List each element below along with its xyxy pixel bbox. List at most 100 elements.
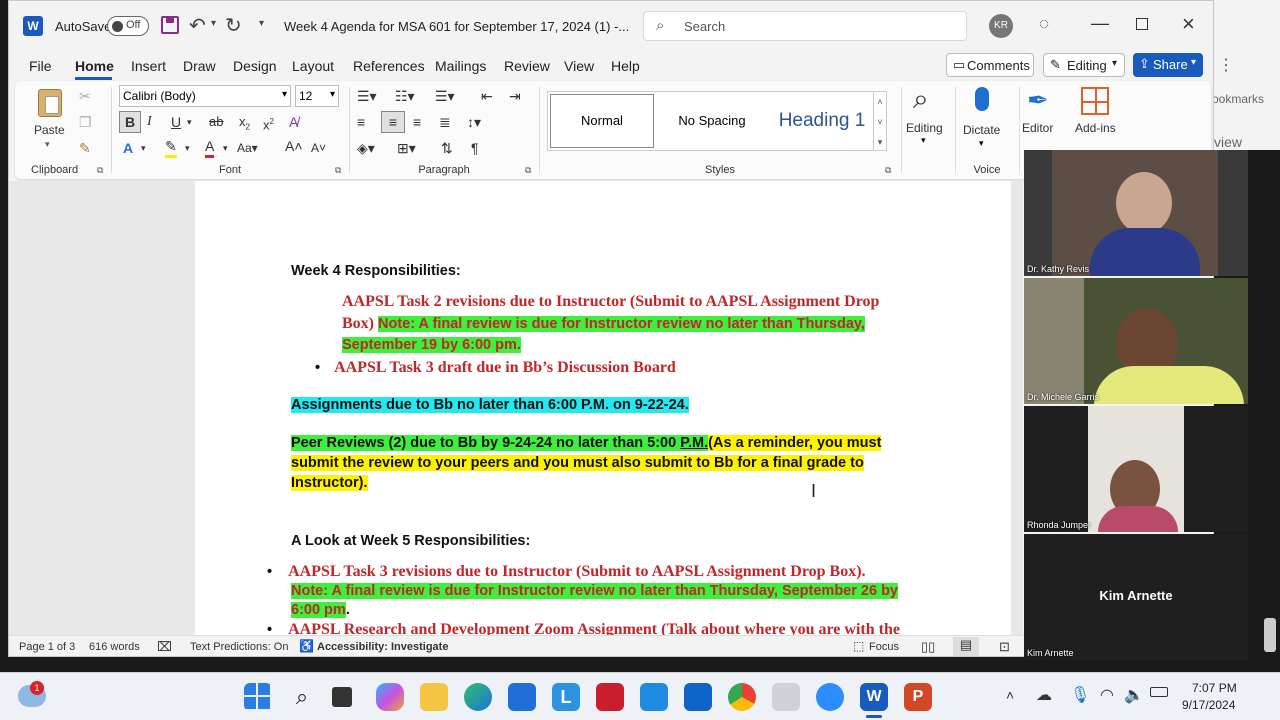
proofing-icon[interactable]: ⌧ bbox=[157, 639, 172, 655]
copy-icon[interactable]: ❐ bbox=[79, 113, 92, 131]
font-size-select[interactable]: 12 ▾ bbox=[295, 85, 339, 107]
tab-home[interactable]: Home bbox=[75, 58, 114, 74]
chevron-down-icon[interactable]: ▾ bbox=[141, 139, 146, 157]
customize-toolbar-icon[interactable]: ▾ bbox=[259, 18, 264, 29]
highlight-color-icon[interactable]: ✎ bbox=[165, 137, 177, 158]
chrome-icon[interactable] bbox=[728, 683, 756, 711]
tab-file[interactable]: File bbox=[29, 58, 52, 74]
chevron-down-icon[interactable]: ▾ bbox=[223, 139, 228, 157]
style-normal[interactable]: Normal bbox=[550, 94, 654, 148]
comments-button[interactable]: ▭ Comments bbox=[946, 53, 1034, 77]
focus-button[interactable]: Focus bbox=[869, 641, 899, 653]
cut-icon[interactable]: ✂ bbox=[79, 87, 91, 105]
more-icon[interactable]: ⋮ bbox=[1218, 55, 1234, 75]
clock-date[interactable]: 9/17/2024 bbox=[1182, 698, 1235, 712]
participant-tile[interactable]: Dr. Kathy Revis bbox=[1024, 150, 1248, 276]
decrease-indent-icon[interactable]: ⇤ bbox=[481, 87, 493, 105]
save-icon[interactable] bbox=[161, 16, 179, 34]
styles-scroll[interactable]: ˄ ˅ ▾ bbox=[873, 91, 887, 151]
tab-draw[interactable]: Draw bbox=[183, 58, 216, 74]
undo-icon[interactable]: ↶ bbox=[189, 13, 206, 38]
page-count[interactable]: Page 1 of 3 bbox=[19, 641, 75, 653]
italic-button[interactable]: I bbox=[147, 113, 152, 131]
word-taskbar-icon[interactable]: W bbox=[860, 683, 888, 711]
tab-design[interactable]: Design bbox=[233, 58, 277, 74]
app-icon[interactable] bbox=[772, 683, 800, 711]
clear-formatting-icon[interactable]: A̸ bbox=[289, 113, 298, 131]
search-icon[interactable]: ⌕ bbox=[288, 683, 316, 711]
paste-button[interactable]: Paste ▾ bbox=[31, 87, 69, 149]
wifi-icon[interactable]: ◠ bbox=[1100, 685, 1114, 705]
start-icon[interactable] bbox=[244, 683, 272, 711]
scrollbar[interactable] bbox=[1264, 618, 1276, 652]
borders-icon[interactable]: ⊞▾ bbox=[397, 139, 416, 157]
increase-indent-icon[interactable]: ⇥ bbox=[509, 87, 521, 105]
superscript-button[interactable]: x2 bbox=[263, 113, 274, 134]
participant-tile[interactable]: Kim Arnette Kim Arnette bbox=[1024, 534, 1248, 660]
store-icon[interactable] bbox=[508, 683, 536, 711]
cloud-icon[interactable]: ☁ bbox=[1036, 685, 1052, 705]
font-name-select[interactable]: Calibri (Body) ▾ bbox=[119, 85, 291, 107]
editing-group[interactable]: ⌕ Editing ▾ bbox=[903, 81, 953, 179]
dialog-launcher-icon[interactable]: ⧉ bbox=[525, 165, 531, 176]
tab-view[interactable]: View bbox=[564, 58, 594, 74]
participant-tile[interactable]: Dr. Michele Garris bbox=[1024, 278, 1248, 404]
close-icon[interactable]: × bbox=[1182, 11, 1195, 37]
redo-icon[interactable]: ↻ bbox=[225, 13, 242, 38]
search-box[interactable]: ⌕ Search bbox=[643, 11, 967, 41]
battery-icon[interactable] bbox=[1150, 687, 1168, 697]
accessibility-status[interactable]: Accessibility: Investigate bbox=[317, 641, 448, 653]
bullets-icon[interactable]: ☰▾ bbox=[357, 87, 377, 105]
participant-tile[interactable]: Rhonda Jumper bbox=[1024, 406, 1248, 532]
clock-time[interactable]: 7:07 PM bbox=[1192, 681, 1237, 695]
copilot-icon[interactable] bbox=[376, 683, 404, 711]
tab-references[interactable]: References bbox=[353, 58, 425, 74]
dialog-launcher-icon[interactable]: ⧉ bbox=[885, 165, 891, 176]
show-formatting-icon[interactable]: ¶ bbox=[471, 139, 479, 157]
share-button[interactable]: ⇪ Share ▾ bbox=[1133, 53, 1203, 77]
tab-review[interactable]: Review bbox=[504, 58, 550, 74]
file-explorer-icon[interactable] bbox=[420, 683, 448, 711]
edge-icon[interactable] bbox=[464, 683, 492, 711]
zoom-icon[interactable] bbox=[816, 683, 844, 711]
line-spacing-icon[interactable]: ↕▾ bbox=[467, 113, 481, 131]
minimize-icon[interactable]: — bbox=[1091, 13, 1109, 34]
shading-icon[interactable]: ◈▾ bbox=[357, 139, 375, 157]
document-page[interactable]: Week 4 Responsibilities: AAPSL Task 2 re… bbox=[195, 181, 1011, 638]
lightbulb-icon[interactable]: ◌ bbox=[1039, 14, 1049, 34]
editing-mode-button[interactable]: ✎ Editing ▾ bbox=[1043, 53, 1125, 77]
shrink-font-icon[interactable]: A˅ bbox=[311, 139, 326, 157]
microphone-icon[interactable]: 🎙 bbox=[1070, 685, 1090, 705]
justify-icon[interactable]: ≣ bbox=[439, 113, 451, 131]
chevron-down-icon[interactable]: ▾ bbox=[185, 139, 190, 157]
web-layout-icon[interactable]: ⊡ bbox=[999, 639, 1010, 655]
task-view-icon[interactable] bbox=[332, 687, 352, 707]
align-left-icon[interactable]: ≡ bbox=[357, 113, 365, 131]
avatar[interactable]: KR bbox=[989, 14, 1013, 38]
underline-button[interactable]: U bbox=[171, 113, 181, 131]
l-app-icon[interactable]: L bbox=[552, 683, 580, 711]
show-hidden-icons[interactable]: ˄ bbox=[1006, 687, 1014, 703]
tab-help[interactable]: Help bbox=[611, 58, 640, 74]
tab-mailings[interactable]: Mailings bbox=[435, 58, 486, 74]
text-predictions[interactable]: Text Predictions: On bbox=[190, 641, 288, 653]
word-count[interactable]: 616 words bbox=[89, 641, 140, 653]
print-layout-icon[interactable]: ▤ bbox=[953, 637, 979, 656]
multilevel-list-icon[interactable]: ☰▾ bbox=[435, 87, 455, 105]
mcafee-icon[interactable] bbox=[596, 683, 624, 711]
change-case-icon[interactable]: Aa▾ bbox=[237, 139, 258, 157]
grow-font-icon[interactable]: A˄ bbox=[285, 137, 303, 155]
style-heading-1[interactable]: Heading 1 bbox=[770, 94, 874, 148]
app-icon[interactable] bbox=[640, 683, 668, 711]
dictate-button[interactable]: Dictate ▾ bbox=[961, 83, 1013, 148]
autosave-toggle[interactable]: Off bbox=[107, 16, 149, 36]
align-right-icon[interactable]: ≡ bbox=[413, 113, 421, 131]
text-effects-icon[interactable]: A bbox=[123, 139, 133, 157]
format-painter-icon[interactable]: ✎ bbox=[79, 139, 91, 157]
align-center-icon[interactable]: ≡ bbox=[381, 111, 405, 133]
style-no-spacing[interactable]: No Spacing bbox=[660, 94, 764, 148]
bold-button[interactable]: B bbox=[119, 111, 141, 133]
outlook-icon[interactable] bbox=[684, 683, 712, 711]
strikethrough-button[interactable]: ab bbox=[209, 113, 223, 131]
subscript-button[interactable]: x2 bbox=[239, 113, 250, 137]
